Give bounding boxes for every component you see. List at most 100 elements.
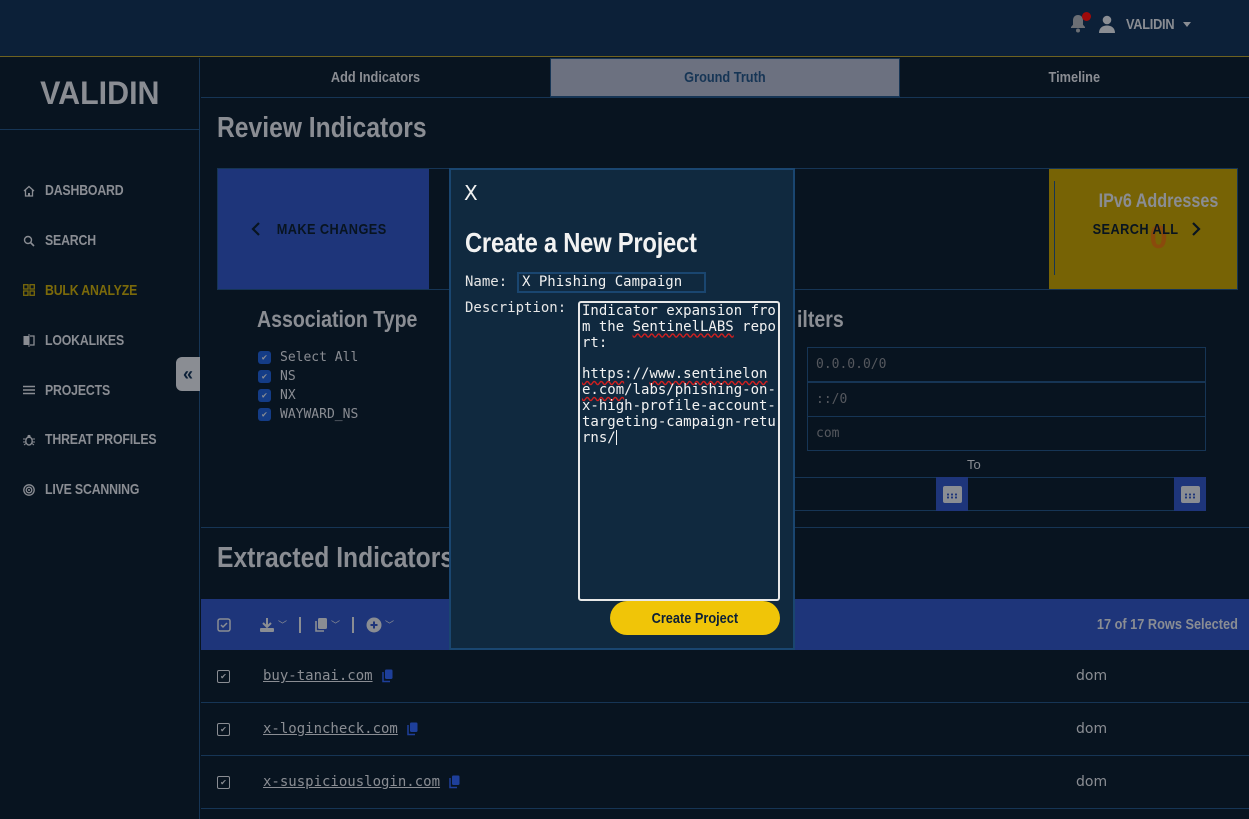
name-label: Name: [465,274,508,290]
toolbar-separator [299,616,302,633]
chevron-left-icon [251,222,260,236]
association-option-select-all[interactable]: ✔ Select All [258,348,358,367]
caret-down-icon[interactable] [1183,21,1191,27]
user-icon [1099,15,1116,33]
double-chevron-left-icon: « [182,363,193,384]
type-cell: dom [1076,721,1108,737]
sidebar-item-label: SEARCH [45,232,96,250]
copy-icon[interactable] [448,775,460,789]
association-option-wayward-ns[interactable]: ✔ WAYWARD_NS [258,405,358,424]
description-label: Description: [465,300,567,316]
project-description-textarea[interactable]: Indicator expansion from the SentinelLAB… [578,301,780,601]
notification-dot [1082,12,1092,21]
add-menu-button[interactable]: ﹀ [366,617,394,633]
domain-cell: x-suspiciouslogin.com [263,774,460,790]
sidebar-nav: DASHBOARD SEARCH BULK ANALYZE LOOKALIKES… [0,130,199,515]
table-row[interactable]: ✔ buy-tanai.com dom [201,650,1249,703]
create-project-modal: X Create a New Project Name: X Phishing … [449,168,795,650]
tab-add-indicators[interactable]: Add Indicators [201,58,550,97]
from-date-input[interactable] [795,477,936,511]
row-checkbox[interactable]: ✔ [217,669,230,683]
filters-title: ilters [797,306,844,332]
sidebar-item-dashboard[interactable]: DASHBOARD [0,166,199,216]
sidebar-item-label: THREAT PROFILES [45,431,157,449]
tab-label: Add Indicators [330,69,420,86]
association-option-nx[interactable]: ✔ NX [258,386,358,405]
row-checkbox[interactable]: ✔ [217,775,230,789]
tab-timeline[interactable]: Timeline [900,58,1249,97]
row-checkbox[interactable]: ✔ [217,722,230,736]
spellcheck-word: https [582,366,625,383]
domain-link[interactable]: buy-tanai.com [263,668,373,684]
create-project-button[interactable]: Create Project [610,601,780,635]
domain-cell: x-logincheck.com [263,721,418,737]
list-icon [22,383,36,397]
to-date-picker-button[interactable] [1174,477,1206,511]
copy-icon[interactable] [381,669,393,683]
sidebar-item-search[interactable]: SEARCH [0,216,199,266]
table-row[interactable]: ✔ x-logincheck.com dom [201,703,1249,756]
tld-filter-input[interactable]: com [807,416,1206,451]
checkbox-checked[interactable]: ✔ [258,408,271,421]
sidebar-item-label: BULK ANALYZE [45,281,138,299]
checkbox-checked[interactable]: ✔ [258,351,271,364]
from-date-picker-button[interactable] [936,477,968,511]
project-name-input[interactable]: X Phishing Campaign [517,272,706,293]
association-type-title: Association Type [257,306,418,332]
checkbox-checked[interactable]: ✔ [258,370,271,383]
association-option-ns[interactable]: ✔ NS [258,367,358,386]
collapse-sidebar-button[interactable]: « [176,357,200,391]
notifications-button[interactable] [1070,12,1092,34]
validin-logo[interactable]: VALIDIN [40,75,159,112]
sidebar-item-projects[interactable]: PROJECTS [0,365,199,415]
modal-title: Create a New Project [465,227,697,258]
copy-icon [315,617,328,632]
sidebar-item-lookalikes[interactable]: LOOKALIKES [0,315,199,365]
chevron-down-icon: ﹀ [385,620,395,630]
sidebar-item-label: LOOKALIKES [45,331,125,349]
to-label: To [967,457,981,472]
chevron-down-icon: ﹀ [331,620,341,630]
sidebar-item-threat-profiles[interactable]: THREAT PROFILES [0,415,199,465]
search-all-label: SEARCH ALL [1092,220,1179,238]
sidebar-item-bulk-analyze[interactable]: BULK ANALYZE [0,266,199,316]
type-cell: dom [1076,668,1108,684]
text-cursor [615,430,617,446]
tab-bar: Add Indicators Ground Truth Timeline [201,58,1249,98]
option-label: Select All [280,350,359,365]
option-label: NS [280,369,296,384]
grid-icon [22,283,36,297]
ipv6-filter-input[interactable]: ::/0 [807,382,1206,417]
close-modal-button[interactable]: X [464,181,478,205]
sidebar-item-live-scanning[interactable]: LIVE SCANNING [0,465,199,515]
make-changes-button[interactable]: MAKE CHANGES [218,169,429,289]
sidebar-item-label: LIVE SCANNING [45,481,140,499]
select-all-checkbox[interactable] [217,617,231,632]
user-menu-button[interactable]: VALIDIN [1126,16,1175,33]
tab-label: Timeline [1048,69,1101,86]
domain-link[interactable]: x-suspiciouslogin.com [263,774,440,790]
download-icon [260,617,274,632]
description-text: :// [624,366,650,383]
sidebar: VALIDIN DASHBOARD SEARCH BULK ANALYZE LO… [0,58,200,819]
tab-ground-truth[interactable]: Ground Truth [549,58,901,97]
copy-icon[interactable] [406,722,418,736]
extracted-indicators-title: Extracted Indicators [217,542,455,574]
top-bar: VALIDIN [0,0,1249,57]
bug-icon [22,433,36,447]
domain-link[interactable]: x-logincheck.com [263,721,398,737]
lookalike-icon [22,333,36,347]
rows-selected-count: 17 of 17 Rows Selected [1096,616,1238,633]
checkbox-checked[interactable]: ✔ [258,389,271,402]
download-menu-button[interactable]: ﹀ [259,617,287,633]
table-row[interactable]: ✔ x-suspiciouslogin.com dom [201,756,1249,809]
search-icon [22,234,36,248]
radar-icon [22,483,36,497]
make-changes-label: MAKE CHANGES [276,220,387,238]
chevron-down-icon: ﹀ [278,620,288,630]
ipv4-filter-input[interactable]: 0.0.0.0/0 [807,347,1206,382]
logo-area: VALIDIN [0,58,199,130]
copy-menu-button[interactable]: ﹀ [313,617,340,633]
sidebar-item-label: DASHBOARD [45,182,124,200]
to-date-input[interactable] [968,477,1174,511]
